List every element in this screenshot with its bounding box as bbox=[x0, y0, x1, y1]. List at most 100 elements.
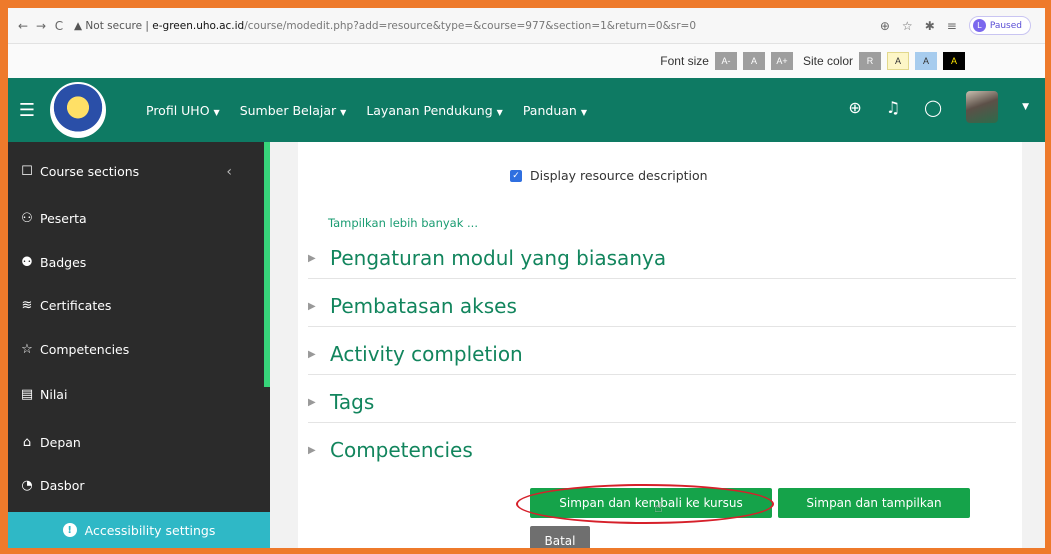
color-blue-button[interactable]: A bbox=[915, 52, 937, 70]
edit-form: ✓ Display resource description Tampilkan… bbox=[298, 142, 1022, 548]
address-bar[interactable]: ▲ Not secure | e-green.uho.ac.id/course/… bbox=[74, 20, 696, 32]
main-navbar: ☰ Profil UHO ▼ Sumber Belajar ▼ Layanan Pe… bbox=[8, 78, 1045, 142]
messages-icon[interactable]: ◯ bbox=[924, 98, 942, 117]
back-icon[interactable]: ← bbox=[14, 19, 32, 33]
user-menu-caret-icon[interactable]: ▼ bbox=[1022, 102, 1029, 112]
dashboard-icon: ◔ bbox=[21, 478, 33, 493]
collapse-chevron-icon[interactable]: ‹ bbox=[226, 164, 232, 180]
sidebar-item-peserta[interactable]: ⚇ Peserta bbox=[20, 211, 87, 226]
caret-down-icon: ▼ bbox=[496, 107, 503, 117]
info-icon: ! bbox=[62, 523, 77, 537]
menu-item-panduan[interactable]: Panduan ▼ bbox=[523, 103, 587, 118]
save-and-display-button[interactable]: Simpan dan tampilkan bbox=[778, 488, 970, 518]
color-yellow-button[interactable]: A bbox=[887, 52, 909, 70]
section-tags[interactable]: ▶ Tags bbox=[308, 390, 1016, 423]
users-icon: ⚇ bbox=[21, 211, 33, 226]
font-size-label: Font size bbox=[660, 54, 709, 68]
show-more-link[interactable]: Tampilkan lebih banyak ... bbox=[328, 216, 478, 230]
browser-toolbar: ← → C ▲ Not secure | e-green.uho.ac.id/c… bbox=[8, 8, 1045, 44]
caret-down-icon: ▼ bbox=[213, 107, 220, 117]
sidebar-item-certificates[interactable]: ≋ Certificates bbox=[20, 298, 112, 313]
sidebar-item-competencies[interactable]: ☆ Competencies bbox=[20, 342, 129, 357]
sidebar-item-label: Peserta bbox=[40, 211, 87, 226]
reading-list-icon[interactable]: ≡ bbox=[947, 19, 957, 33]
font-decrease-button[interactable]: A- bbox=[714, 52, 737, 70]
home-icon: ⌂ bbox=[22, 435, 32, 450]
reload-icon[interactable]: C bbox=[50, 19, 68, 33]
sidebar-item-nilai[interactable]: ▤ Nilai bbox=[20, 387, 68, 402]
menu-label: Sumber Belajar bbox=[239, 102, 337, 118]
menu-label: Panduan bbox=[522, 102, 577, 118]
section-activity-completion[interactable]: ▶ Activity completion bbox=[308, 342, 1016, 375]
main-menu: Profil UHO ▼ Sumber Belajar ▼ Layanan Pend… bbox=[146, 103, 587, 118]
menu-label: Layanan Pendukung bbox=[366, 102, 493, 118]
expand-arrow-icon: ▶ bbox=[308, 348, 316, 360]
section-label: Competencies bbox=[330, 438, 473, 462]
display-description-label: Display resource description bbox=[530, 168, 708, 183]
section-competencies[interactable]: ▶ Competencies bbox=[308, 438, 1016, 470]
screenshot-frame: ← → C ▲ Not secure | e-green.uho.ac.id/c… bbox=[8, 8, 1045, 548]
notifications-bell-icon[interactable]: ♫ bbox=[886, 98, 900, 117]
display-description-option[interactable]: ✓ Display resource description bbox=[510, 168, 708, 183]
uho-logo[interactable] bbox=[50, 82, 106, 138]
hand-cursor-icon: ☝ bbox=[654, 500, 663, 516]
section-label: Pembatasan akses bbox=[330, 294, 517, 318]
user-avatar[interactable] bbox=[966, 91, 999, 123]
bookmark-star-icon[interactable]: ☆ bbox=[902, 19, 913, 33]
url-path: /course/modedit.php?add=resource&type=&c… bbox=[244, 19, 697, 32]
expand-arrow-icon: ▶ bbox=[308, 444, 316, 456]
course-sidebar: ☐ Course sections ‹ ⚇ Peserta ⚉ Badges ≋… bbox=[8, 142, 270, 548]
browser-actions: ⊕ ☆ ✱ ≡ L Paused bbox=[880, 16, 1031, 35]
language-globe-icon[interactable]: ⊕ bbox=[848, 98, 861, 117]
color-reset-button[interactable]: R bbox=[859, 52, 881, 70]
sidebar-item-label: Course sections bbox=[40, 164, 140, 179]
menu-item-profil-uho[interactable]: Profil UHO ▼ bbox=[146, 103, 220, 118]
cancel-button[interactable]: Batal bbox=[530, 526, 590, 548]
font-reset-button[interactable]: A bbox=[742, 52, 765, 70]
color-black-button[interactable]: A bbox=[943, 52, 965, 70]
accessibility-settings-button[interactable]: ! Accessibility settings bbox=[8, 512, 270, 548]
folder-icon: ☐ bbox=[21, 164, 33, 179]
highlight-annotation bbox=[516, 484, 774, 524]
menu-item-sumber-belajar[interactable]: Sumber Belajar ▼ bbox=[240, 103, 347, 118]
section-label: Activity completion bbox=[330, 342, 523, 366]
sidebar-item-depan[interactable]: ⌂ Depan bbox=[20, 435, 81, 450]
badge-icon: ⚉ bbox=[21, 255, 33, 270]
zoom-icon[interactable]: ⊕ bbox=[880, 19, 890, 33]
expand-arrow-icon: ▶ bbox=[308, 396, 316, 408]
sidebar-item-label: Competencies bbox=[40, 342, 130, 357]
menu-item-layanan-pendukung[interactable]: Layanan Pendukung ▼ bbox=[366, 103, 503, 118]
section-label: Tags bbox=[330, 390, 375, 414]
sidebar-scrollbar[interactable] bbox=[264, 142, 270, 387]
sidebar-item-label: Dasbor bbox=[40, 478, 85, 493]
profile-avatar: L bbox=[972, 19, 986, 32]
font-increase-button[interactable]: A+ bbox=[770, 52, 793, 70]
star-icon: ☆ bbox=[21, 342, 33, 357]
expand-arrow-icon: ▶ bbox=[308, 252, 316, 264]
accessibility-toolbar: Font size A- A A+ Site color R A A A bbox=[8, 44, 1045, 78]
url-host: e-green.uho.ac.id bbox=[152, 19, 245, 32]
accessibility-settings-label: Accessibility settings bbox=[84, 522, 216, 538]
sidebar-item-badges[interactable]: ⚉ Badges bbox=[20, 255, 86, 270]
section-restrict-access[interactable]: ▶ Pembatasan akses bbox=[308, 294, 1016, 327]
navbar-actions: ⊕ ♫ ◯ ▼ bbox=[848, 91, 1029, 123]
section-label: Pengaturan modul yang biasanya bbox=[330, 246, 667, 270]
extensions-icon[interactable]: ✱ bbox=[925, 19, 935, 33]
site-color-label: Site color bbox=[802, 54, 853, 68]
certificate-icon: ≋ bbox=[21, 298, 33, 313]
sidebar-item-label: Depan bbox=[40, 435, 81, 450]
profile-paused-chip[interactable]: L Paused bbox=[968, 16, 1031, 35]
security-warning: ▲ Not secure | bbox=[74, 19, 149, 32]
sidebar-item-course-sections[interactable]: ☐ Course sections ‹ bbox=[20, 164, 260, 180]
sidebar-item-label: Badges bbox=[40, 255, 87, 270]
hamburger-menu-icon[interactable]: ☰ bbox=[8, 100, 46, 121]
sidebar-item-label: Nilai bbox=[40, 387, 68, 402]
expand-arrow-icon: ▶ bbox=[308, 300, 316, 312]
sidebar-item-dasbor[interactable]: ◔ Dasbor bbox=[20, 478, 85, 493]
checkbox-checked-icon[interactable]: ✓ bbox=[510, 169, 522, 182]
sidebar-item-label: Certificates bbox=[40, 298, 112, 313]
grades-icon: ▤ bbox=[20, 387, 34, 402]
caret-down-icon: ▼ bbox=[340, 107, 347, 117]
forward-icon[interactable]: → bbox=[32, 19, 50, 33]
section-common-module-settings[interactable]: ▶ Pengaturan modul yang biasanya bbox=[308, 246, 1016, 279]
